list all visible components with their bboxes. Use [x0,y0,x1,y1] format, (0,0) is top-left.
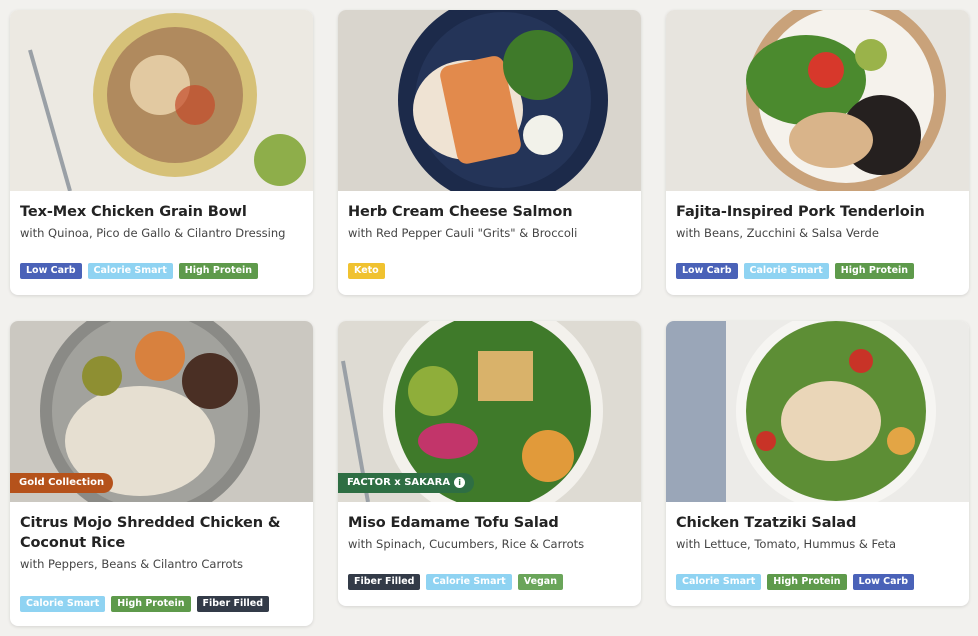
diet-tag: High Protein [111,596,191,612]
diet-tag: Calorie Smart [20,596,106,612]
diet-tag: Low Carb [20,263,82,279]
meal-card[interactable]: Herb Cream Cheese Salmon with Red Pepper … [338,10,641,295]
diet-tag: Vegan [517,574,563,590]
collection-badge: FACTOR x SAKARA i [338,473,475,493]
meal-info: Fajita-Inspired Pork Tenderloin with Bean… [676,202,959,241]
meal-title[interactable]: Fajita-Inspired Pork Tenderloin [676,202,959,222]
meal-tags: Low Carb Calorie Smart High Protein [20,263,259,279]
meal-subtitle: with Beans, Zucchini & Salsa Verde [676,226,879,240]
meal-info: Herb Cream Cheese Salmon with Red Pepper … [348,202,631,241]
info-icon[interactable]: i [454,476,466,488]
meal-subtitle: with Peppers, Beans & Cilantro Carrots [20,557,243,571]
meal-card[interactable]: Fajita-Inspired Pork Tenderloin with Bean… [666,10,969,295]
diet-tag: Fiber Filled [348,574,421,590]
badge-label: FACTOR x SAKARA [347,477,451,488]
meal-image[interactable] [10,10,313,191]
meal-card[interactable]: Tex-Mex Chicken Grain Bowl with Quinoa, P… [10,10,313,295]
meal-subtitle: with Quinoa, Pico de Gallo & Cilantro Dr… [20,226,286,240]
diet-tag: Calorie Smart [676,574,762,590]
meal-subtitle: with Red Pepper Cauli "Grits" & Broccoli [348,226,578,240]
meal-image[interactable] [666,10,969,191]
meal-tags: Calorie Smart High Protein Low Carb [676,574,915,590]
meal-title[interactable]: Citrus Mojo Shredded Chicken & Coconut R… [20,513,303,553]
meal-info: Tex-Mex Chicken Grain Bowl with Quinoa, P… [20,202,303,241]
meal-subtitle: with Lettuce, Tomato, Hummus & Feta [676,537,897,551]
meal-card[interactable]: Gold Collection Citrus Mojo Shredded Chic… [10,321,313,626]
meal-subtitle: with Spinach, Cucumbers, Rice & Carrots [348,537,585,551]
meal-title[interactable]: Chicken Tzatziki Salad [676,513,959,533]
meal-image[interactable] [338,10,641,191]
meal-tags: Fiber Filled Calorie Smart Vegan [348,574,563,590]
diet-tag: Calorie Smart [426,574,512,590]
diet-tag: Keto [348,263,385,279]
meal-info: Miso Edamame Tofu Salad with Spinach, Cuc… [348,513,631,552]
meal-card[interactable]: FACTOR x SAKARA i Miso Edamame Tofu Salad w… [338,321,641,606]
diet-tag: Low Carb [852,574,915,590]
diet-tag: High Protein [178,263,259,279]
meal-tags: Keto [348,263,385,279]
diet-tag: High Protein [834,263,915,279]
meal-tags: Low Carb Calorie Smart High Protein [676,263,915,279]
diet-tag: Low Carb [676,263,738,279]
diet-tag: Calorie Smart [743,263,829,279]
badge-label: Gold Collection [19,477,105,488]
meal-title[interactable]: Herb Cream Cheese Salmon [348,202,631,222]
diet-tag: High Protein [767,574,847,590]
meal-card[interactable]: Chicken Tzatziki Salad with Lettuce, Toma… [666,321,969,606]
meal-tags: Calorie Smart High Protein Fiber Filled [20,596,269,612]
meal-title[interactable]: Tex-Mex Chicken Grain Bowl [20,202,303,222]
collection-badge: Gold Collection [10,473,114,493]
meal-info: Citrus Mojo Shredded Chicken & Coconut R… [20,513,303,572]
meal-title[interactable]: Miso Edamame Tofu Salad [348,513,631,533]
meal-image[interactable] [666,321,969,502]
diet-tag: Fiber Filled [196,596,269,612]
diet-tag: Calorie Smart [87,263,173,279]
meal-info: Chicken Tzatziki Salad with Lettuce, Toma… [676,513,959,552]
